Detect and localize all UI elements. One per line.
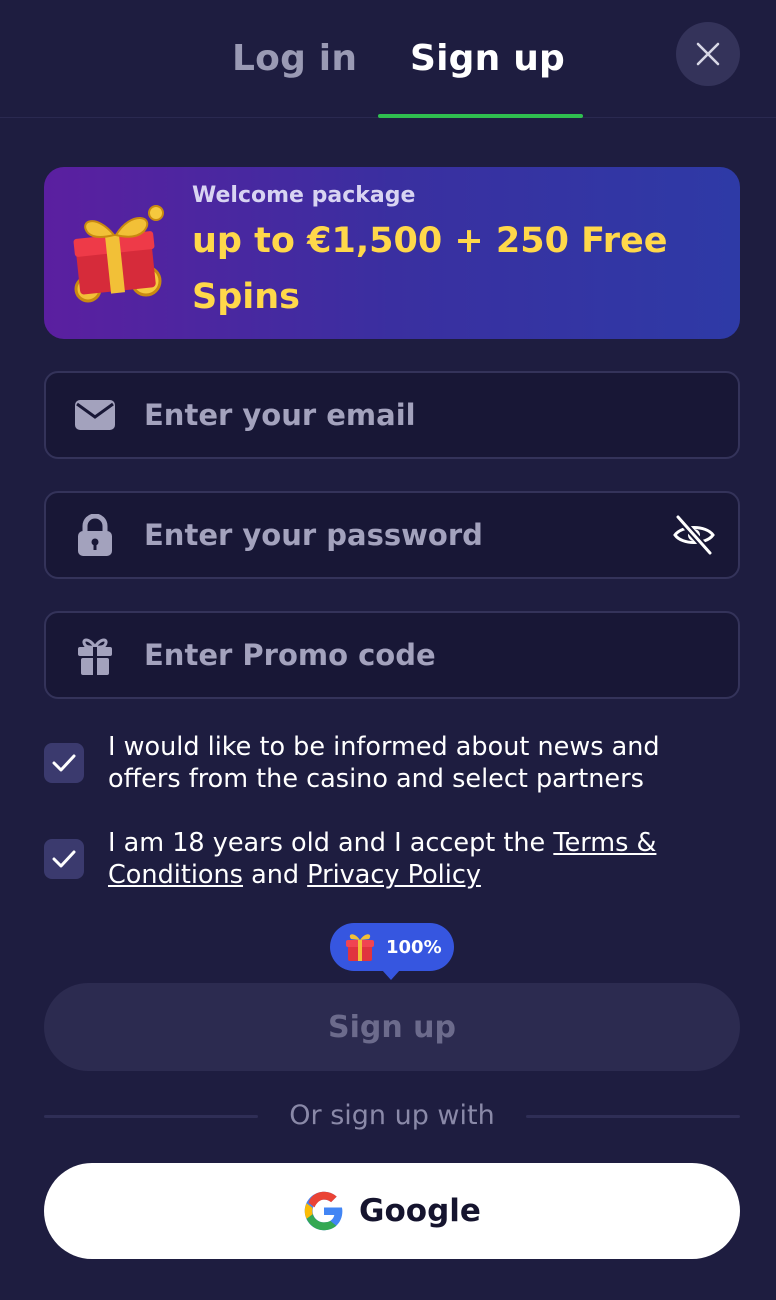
eye-off-icon <box>673 514 715 556</box>
promo-code-field <box>44 611 740 699</box>
news-consent-checkbox[interactable] <box>44 743 84 783</box>
signup-modal: Log in Sign up Welcome package up to €1,… <box>0 0 776 1300</box>
google-signup-button[interactable]: Google <box>44 1163 740 1259</box>
checkmark-icon <box>52 754 76 772</box>
promo-code-input[interactable] <box>144 613 738 697</box>
age-terms-label: I am 18 years old and I accept the Terms… <box>108 827 740 891</box>
gift-box-icon <box>73 205 164 303</box>
banner-title: up to €1,500 + 250 Free Spins <box>192 221 668 317</box>
close-icon <box>696 42 720 66</box>
password-field <box>44 491 740 579</box>
google-logo-icon <box>304 1191 343 1231</box>
lock-icon <box>46 493 144 577</box>
bonus-badge: 100% <box>330 923 454 980</box>
news-consent-label: I would like to be informed about news a… <box>108 732 660 794</box>
welcome-banner: Welcome package up to €1,500 + 250 Free … <box>44 167 740 339</box>
tab-signup[interactable]: Sign up <box>410 38 565 79</box>
bonus-percent: 100% <box>386 936 442 958</box>
google-button-label: Google <box>359 1193 481 1229</box>
email-input[interactable] <box>144 373 738 457</box>
auth-header: Log in Sign up <box>0 0 776 118</box>
active-tab-indicator <box>378 114 583 118</box>
signup-submit-button[interactable]: Sign up <box>44 983 740 1071</box>
privacy-policy-link[interactable]: Privacy Policy <box>307 860 481 890</box>
gift-icon <box>46 613 144 697</box>
password-input[interactable] <box>144 493 650 577</box>
social-divider-text: Or sign up with <box>289 1100 495 1131</box>
tab-login[interactable]: Log in <box>232 38 357 79</box>
close-button[interactable] <box>676 22 740 86</box>
divider-line-right <box>526 1115 740 1118</box>
gift-box-icon <box>346 934 374 961</box>
age-terms-and: and <box>242 860 308 890</box>
toggle-password-visibility-button[interactable] <box>650 493 738 577</box>
divider-line-left <box>44 1115 258 1118</box>
banner-subtitle: Welcome package <box>192 183 416 208</box>
checkmark-icon <box>52 850 76 868</box>
age-terms-prefix: I am 18 years old and I accept the <box>108 828 554 858</box>
age-terms-checkbox[interactable] <box>44 839 84 879</box>
email-field <box>44 371 740 459</box>
envelope-icon <box>46 373 144 457</box>
